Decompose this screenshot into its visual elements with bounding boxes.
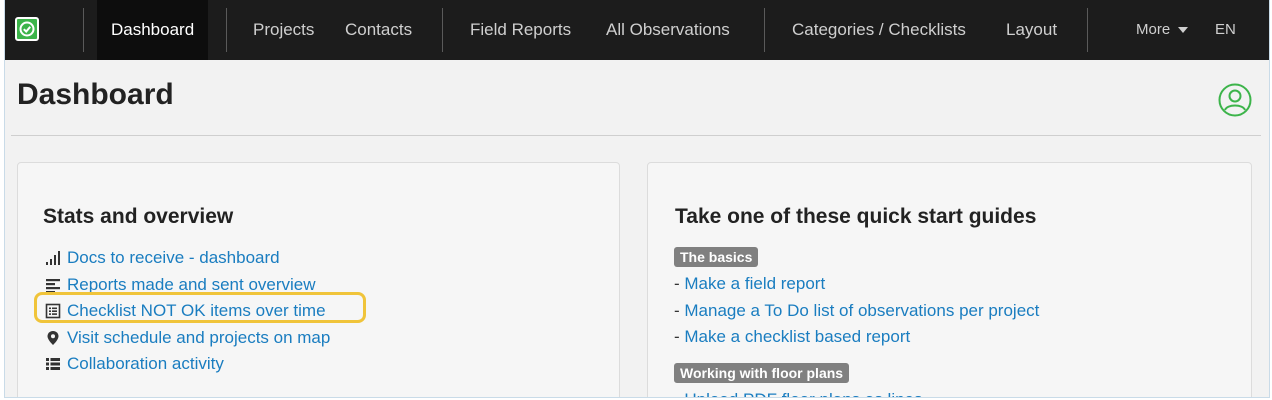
section-badge: Working with floor plans (674, 363, 850, 383)
signal-bars-icon (46, 251, 60, 266)
bullet-text: - (674, 327, 685, 346)
guide-section-basics: The basics - Make a field report - Manag… (674, 247, 1039, 351)
stats-panel: Stats and overview Docs to receive - das… (17, 162, 620, 397)
nav-projects[interactable]: Projects (253, 0, 314, 60)
list-item: Collaboration activity (45, 351, 330, 378)
map-marker-icon (47, 330, 59, 345)
list-item: - Upload PDF floor plans as lines (674, 387, 923, 397)
guide-todo-list-link[interactable]: Manage a To Do list of observations per … (684, 301, 1039, 320)
nav-field-reports[interactable]: Field Reports (470, 0, 571, 60)
nav-divider (83, 8, 84, 52)
section-badge: The basics (674, 247, 759, 267)
list-item: Visit schedule and projects on map (45, 325, 330, 352)
list-item: Checklist NOT OK items over time (45, 298, 330, 325)
bullet-text: - (674, 300, 685, 320)
docs-to-receive-link[interactable]: Docs to receive - dashboard (67, 245, 280, 271)
stats-title: Stats and overview (43, 205, 234, 228)
list-item: Reports made and sent overview (45, 272, 330, 299)
checklist-not-ok-link[interactable]: Checklist NOT OK items over time (67, 298, 326, 324)
list-alt-icon (45, 303, 61, 319)
bullet-text: - (674, 390, 684, 397)
user-avatar-icon[interactable] (1218, 83, 1252, 117)
nav-language[interactable]: EN (1215, 0, 1236, 60)
quick-start-panel: Take one of these quick start guides The… (647, 162, 1252, 397)
app-logo-icon[interactable] (15, 17, 39, 41)
nav-dashboard[interactable]: Dashboard (97, 0, 209, 60)
nav-contacts[interactable]: Contacts (345, 0, 412, 60)
align-left-icon (46, 278, 60, 293)
top-navbar: Dashboard Projects Contacts Field Report… (5, 0, 1269, 60)
nav-divider (442, 8, 443, 52)
nav-layout[interactable]: Layout (1006, 0, 1057, 60)
list-item: - Make a checklist based report (674, 324, 1039, 351)
guide-floor-plans-link[interactable]: Upload PDF floor plans as lines (684, 390, 922, 397)
guide-section-floor-plans: Working with floor plans - Upload PDF fl… (674, 363, 923, 397)
nav-more-label: More (1136, 21, 1171, 38)
page-header: Dashboard (11, 60, 1261, 136)
list-item: Docs to receive - dashboard (45, 245, 330, 272)
list-item: - Manage a To Do list of observations pe… (674, 298, 1039, 325)
reports-overview-link[interactable]: Reports made and sent overview (67, 272, 316, 298)
nav-divider (764, 8, 765, 52)
bullet-text: - (674, 274, 685, 293)
visit-schedule-link[interactable]: Visit schedule and projects on map (67, 325, 330, 351)
caret-down-icon (1178, 27, 1189, 34)
collaboration-activity-link[interactable]: Collaboration activity (67, 351, 224, 377)
guide-field-report-link[interactable]: Make a field report (684, 274, 825, 293)
page-title: Dashboard (17, 78, 174, 111)
quick-start-title: Take one of these quick start guides (675, 205, 1037, 228)
list-icon (46, 358, 60, 371)
list-item: - Make a field report (674, 271, 1039, 298)
guide-checklist-report-link[interactable]: Make a checklist based report (684, 327, 910, 346)
nav-more-dropdown[interactable]: More (1136, 0, 1189, 60)
stats-link-list: Docs to receive - dashboard Reports made… (45, 245, 330, 378)
app-window: Dashboard Projects Contacts Field Report… (4, 0, 1270, 398)
nav-categories-checklists[interactable]: Categories / Checklists (792, 0, 966, 60)
nav-divider (1087, 8, 1088, 52)
nav-all-observations[interactable]: All Observations (606, 0, 730, 60)
nav-divider (226, 8, 227, 52)
